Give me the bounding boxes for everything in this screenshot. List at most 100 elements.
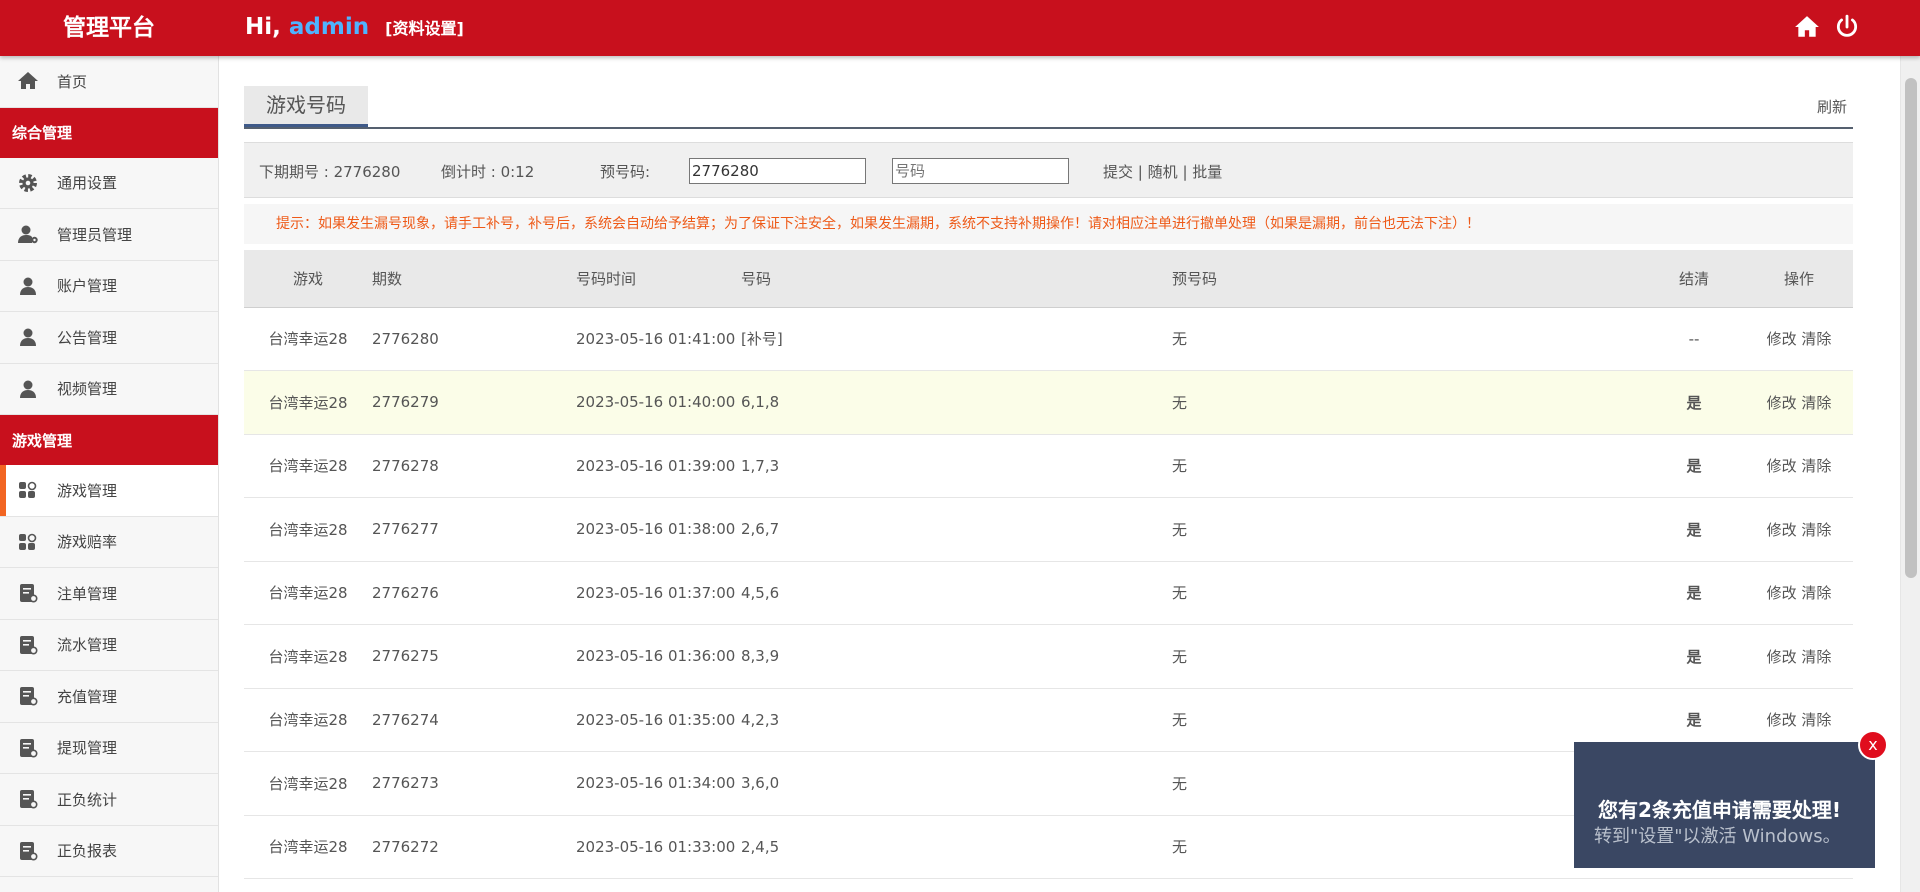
sidebar-item-label: 游戏赔率 [57,533,118,552]
cell-pre-number: 无 [1172,751,1643,816]
clear-link[interactable]: 清除 [1801,648,1831,666]
cell-settled: 是 [1643,434,1745,498]
sidebar-group-general: 综合管理 [0,107,218,158]
cell-number: 8,3,9 [741,624,1172,689]
notification-message: 您有2条充值申请需要处理! [1598,798,1842,822]
edit-link[interactable]: 修改 [1767,521,1797,539]
cell-pre-number: 无 [1172,561,1643,625]
sidebar-item-label: 正负报表 [57,842,118,861]
clear-link[interactable]: 清除 [1801,457,1831,475]
random-link[interactable]: 随机 [1148,163,1178,181]
batch-link[interactable]: 批量 [1192,163,1222,181]
separator: | [1137,163,1143,181]
windows-activation-watermark: 转到"设置"以激活 Windows。 [1594,826,1841,847]
cell-actions: 修改 清除 [1745,561,1853,625]
number-input[interactable] [892,158,1069,184]
sidebar-item-label: 公告管理 [57,328,118,347]
col-number: 号码 [741,250,1172,308]
sidebar-item-withdraw-management[interactable]: 提现管理 [0,723,218,774]
sidebar-item-general-settings[interactable]: 通用设置 [0,158,218,209]
home-icon[interactable] [1794,14,1820,40]
cell-pre-number: 无 [1172,497,1643,562]
clear-link[interactable]: 清除 [1801,394,1831,412]
clear-link[interactable]: 清除 [1801,521,1831,539]
col-pre-number: 预号码 [1172,250,1643,308]
col-issue: 期数 [372,250,576,308]
refresh-link[interactable]: 刷新 [1817,96,1847,117]
sidebar-item-account-management[interactable]: 账户管理 [0,261,218,312]
notification-close-button[interactable]: x [1858,730,1888,760]
sidebar-item-recharge-management[interactable]: 充值管理 [0,671,218,723]
edit-link[interactable]: 修改 [1767,648,1797,666]
top-header: 管理平台 Hi, admin [资料设置] [0,0,1920,56]
cell-number: 4,5,6 [741,561,1172,625]
table-row: 台湾幸运28 2776275 2023-05-16 01:36:00 8,3,9… [244,624,1853,689]
sidebar-item-announcement-management[interactable]: 公告管理 [0,312,218,364]
cell-time: 2023-05-16 01:38:00 [576,497,741,562]
clear-link[interactable]: 清除 [1801,711,1831,729]
sidebar: 首页 综合管理 通用设置 管理员管理 账户管理 公告管理 视频管理 游戏管理 游… [0,56,219,892]
edit-link[interactable]: 修改 [1767,711,1797,729]
sidebar-item-pnl-report[interactable]: 正负报表 [0,826,218,877]
notice-text: 提示：如果发生漏号现象，请手工补号，补号后，系统会自动给予结算；为了保证下注安全… [244,204,1853,244]
cell-issue: 2776274 [372,688,576,752]
cell-game: 台湾幸运28 [244,688,372,752]
gear-icon [16,171,40,195]
sidebar-group-game: 游戏管理 [0,415,218,465]
cell-issue: 2776279 [372,370,576,435]
submit-link[interactable]: 提交 [1103,163,1133,181]
brand-title: 管理平台 [63,15,155,41]
vertical-scrollbar[interactable] [1900,0,1920,892]
sidebar-item-home[interactable]: 首页 [0,56,218,108]
scrollbar-thumb[interactable] [1905,78,1917,578]
sidebar-item-label: 正负统计 [57,790,118,809]
table-row: 台湾幸运28 2776278 2023-05-16 01:39:00 1,7,3… [244,434,1853,498]
sidebar-item-game-management[interactable]: 游戏管理 [0,465,218,517]
document-icon [16,736,40,760]
document-icon [16,839,40,863]
col-time: 号码时间 [576,250,741,308]
cell-pre-number: 无 [1172,434,1643,498]
edit-link[interactable]: 修改 [1767,584,1797,602]
sidebar-item-game-odds[interactable]: 游戏赔率 [0,517,218,568]
edit-link[interactable]: 修改 [1767,330,1797,348]
tab-game-numbers[interactable]: 游戏号码 [244,86,368,127]
sidebar-item-label: 注单管理 [57,584,118,603]
cell-time: 2023-05-16 01:33:00 [576,815,741,879]
issue-input[interactable] [689,158,866,184]
profile-settings-link[interactable]: [资料设置] [385,19,464,38]
document-icon [16,633,40,657]
clear-link[interactable]: 清除 [1801,330,1831,348]
power-icon[interactable] [1834,14,1860,40]
edit-link[interactable]: 修改 [1767,457,1797,475]
cell-issue: 2776278 [372,434,576,498]
sidebar-item-flow-management[interactable]: 流水管理 [0,620,218,671]
sidebar-item-label: 游戏管理 [57,481,118,500]
tab-bar: 游戏号码 刷新 [244,86,1853,129]
countdown-label: 倒计时 : 0:12 [441,163,535,181]
sidebar-item-video-management[interactable]: 视频管理 [0,364,218,415]
cell-number: 2,4,5 [741,815,1172,879]
cell-settled: 是 [1643,561,1745,625]
clear-link[interactable]: 清除 [1801,584,1831,602]
sidebar-item-admin-management[interactable]: 管理员管理 [0,209,218,261]
sidebar-item-pnl-statistics[interactable]: 正负统计 [0,774,218,826]
edit-link[interactable]: 修改 [1767,394,1797,412]
user-icon [16,274,40,298]
table-row: 台湾幸运28 2776280 2023-05-16 01:41:00 [补号] … [244,307,1853,371]
next-issue-label: 下期期号 : 2776280 [259,163,401,181]
sidebar-item-label: 提现管理 [57,739,118,758]
cell-issue: 2776280 [372,307,576,371]
cell-issue: 2776275 [372,624,576,689]
sidebar-item-label: 账户管理 [57,277,118,296]
cell-actions: 修改 清除 [1745,370,1853,435]
cell-game: 台湾幸运28 [244,751,372,816]
document-icon [16,787,40,811]
cell-pre-number: 无 [1172,624,1643,689]
cell-game: 台湾幸运28 [244,434,372,498]
cell-settled: 是 [1643,370,1745,435]
sidebar-item-bet-management[interactable]: 注单管理 [0,568,218,620]
table-row: 台湾幸运28 2776276 2023-05-16 01:37:00 4,5,6… [244,561,1853,625]
cell-number: [补号] [741,307,1172,371]
cell-game: 台湾幸运28 [244,561,372,625]
